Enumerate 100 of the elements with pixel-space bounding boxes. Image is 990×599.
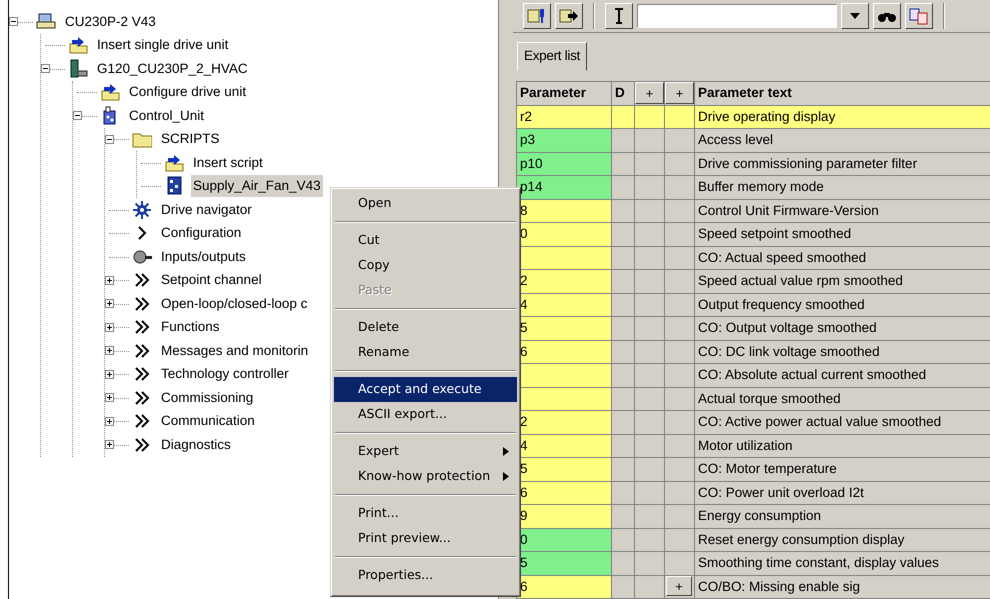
menu-item[interactable]: Copy [334,253,517,278]
parameter-cell: 6 [516,575,612,598]
expand-icon[interactable] [105,393,114,402]
column-header: D [612,82,634,105]
menu-item[interactable]: Print preview... [334,526,517,551]
tree-item[interactable]: Functions [159,316,222,338]
tree-item[interactable]: G120_CU230P_2_HVAC [95,58,250,80]
column-button[interactable]: + [636,82,664,104]
drive-unit-icon [68,58,88,79]
toolbar-button[interactable] [555,3,583,29]
menu-item[interactable]: ASCII export... [334,402,517,427]
tree-item[interactable]: Messages and monitorin [159,340,310,362]
parameter-text-cell: CO: Absolute actual current smoothed [694,364,990,387]
tree-item[interactable]: Insert single drive unit [95,34,230,56]
toolbar-button[interactable] [605,3,633,29]
menu-item[interactable]: Accept and execute [334,377,517,402]
table-cell [612,528,634,552]
table-cell [634,176,664,199]
menu-item[interactable]: Cut [334,228,517,253]
table-cell [664,128,694,152]
table-cell [634,340,664,364]
collapse-icon[interactable] [73,111,82,120]
table-cell [664,387,694,410]
toolbar-button[interactable] [905,3,933,29]
folder-arrow-icon [68,35,88,56]
toolbar-button[interactable] [841,3,869,29]
expand-button[interactable]: + [666,576,692,596]
tree-item[interactable]: Technology controller [159,363,291,386]
parameter-text-cell: CO/BO: Missing enable sig [694,575,990,598]
parameter-cell: p14 [516,176,612,199]
tree-item[interactable]: Drive navigator [159,198,254,221]
expand-icon[interactable] [105,322,114,332]
expand-icon[interactable] [105,440,114,450]
tree-item[interactable]: Control_Unit [127,104,206,127]
expand-icon[interactable] [105,299,114,308]
table-cell [612,128,634,152]
table-cell [634,199,664,222]
expand-icon[interactable] [105,276,114,285]
collapse-icon[interactable] [9,17,18,26]
parameter-text-cell: Reset energy consumption display [694,528,990,552]
parameter-text-cell: Speed actual value rpm smoothed [694,270,990,293]
table-cell [612,481,634,504]
table-cell [612,458,634,481]
parameter-text-cell: CO: Active power actual value smoothed [694,410,990,434]
table-cell [664,316,694,340]
table-cell [634,387,664,410]
column-button[interactable]: + [666,82,694,104]
table-cell [664,528,694,552]
table-cell [612,176,634,199]
expand-icon[interactable] [105,346,114,356]
tree-item[interactable]: Configuration [159,222,244,244]
tree-item[interactable]: Communication [159,410,257,432]
tree-item[interactable]: Configure drive unit [127,81,248,104]
menu-item[interactable]: Delete [334,315,517,340]
menu-item[interactable]: Print... [334,501,517,526]
table-cell [664,293,694,316]
table-cell [664,270,694,293]
table-cell [634,128,664,152]
table-cell [634,458,664,481]
expand-icon[interactable] [105,370,114,379]
toolbar-button[interactable] [873,3,901,29]
tree-item[interactable]: Insert script [191,152,265,174]
menu-item[interactable]: Open [334,191,517,216]
tab[interactable]: Expert list [517,42,587,71]
table-cell [664,434,694,458]
toolbar-button[interactable] [523,3,551,29]
tree-item[interactable]: Diagnostics [159,434,233,456]
collapse-icon[interactable] [41,64,50,74]
tree-item[interactable]: Open-loop/closed-loop c [159,292,310,315]
table-cell [612,293,634,316]
search-field[interactable] [637,4,837,28]
table-cell [664,199,694,222]
tree-item[interactable]: SCRIPTS [159,128,222,150]
column-header: Parameter [516,82,612,105]
tree-item[interactable]: Inputs/outputs [159,246,248,268]
table-cell [612,410,634,434]
folder-arrow-icon [100,82,120,102]
table-cell [634,152,664,176]
menu-item[interactable]: Expert [334,439,517,464]
tree-item[interactable]: Commissioning [159,386,256,409]
parameter-cell: r2 [516,105,612,128]
tree-item[interactable]: CU230P-2 V43 [63,10,158,33]
table-cell [664,176,694,199]
table-cell [634,504,664,528]
menu-item[interactable]: Know-how protection [334,464,517,489]
gear-icon [132,200,152,220]
parameter-text-cell: Buffer memory mode [694,176,990,199]
table-cell [634,270,664,293]
parameter-text-cell: Motor utilization [694,434,990,458]
folder-arrow-icon [164,152,184,173]
collapse-icon[interactable] [105,134,114,144]
menu-item[interactable]: Properties... [334,563,517,588]
tree-item[interactable]: Setpoint channel [159,269,264,292]
column-header: Parameter text [694,82,990,105]
table-cell [634,246,664,270]
tree-item[interactable]: Supply_Air_Fan_V43 [191,175,323,198]
parameter-text-cell: Actual torque smoothed [694,387,990,410]
expand-icon[interactable] [105,416,114,426]
menu-item[interactable]: Rename [334,340,517,365]
table-cell [664,222,694,246]
